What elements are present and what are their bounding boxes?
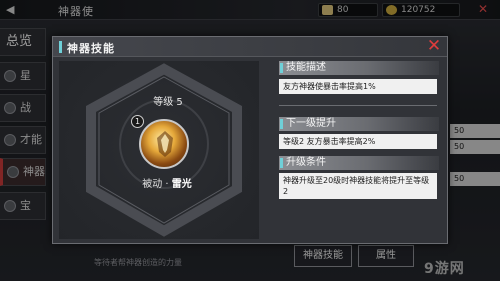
helmet-emblem-icon [157,131,173,157]
artifact-skill-modal: 神器技能 ✕ 等级 5 1 被动 · 雷光 技能描述 友方神器使暴击率提高1% … [52,36,448,244]
modal-title: 神器技能 [67,42,115,55]
skill-level-label: 等级 5 [153,97,183,108]
section-text-upgrade-condition: 神器升级至20级时神器技能将提升至等级 2 [279,173,437,199]
modal-header: 神器技能 ✕ [53,37,447,57]
section-text-description: 友方神器使暴击率提高1% [279,79,437,94]
section-heading-next-level: 下一级提升 [279,117,439,131]
skill-display-panel: 等级 5 1 被动 · 雷光 [59,61,259,239]
header-accent-bar [59,41,62,53]
section-heading-upgrade-condition: 升级条件 [279,156,439,170]
section-text-next-level: 等级2 友方暴击率提高2% [279,134,437,149]
skill-name: 雷光 [171,179,192,190]
close-icon[interactable]: ✕ [425,38,443,56]
skill-rank-badge: 1 [131,115,144,128]
skill-name-row: 被动 · 雷光 [117,175,217,190]
lightning-skill-icon[interactable] [139,119,189,169]
skill-type: 被动 [142,179,163,190]
divider [279,105,437,106]
skill-separator: · [165,179,169,190]
section-heading-description: 技能描述 [279,61,439,75]
